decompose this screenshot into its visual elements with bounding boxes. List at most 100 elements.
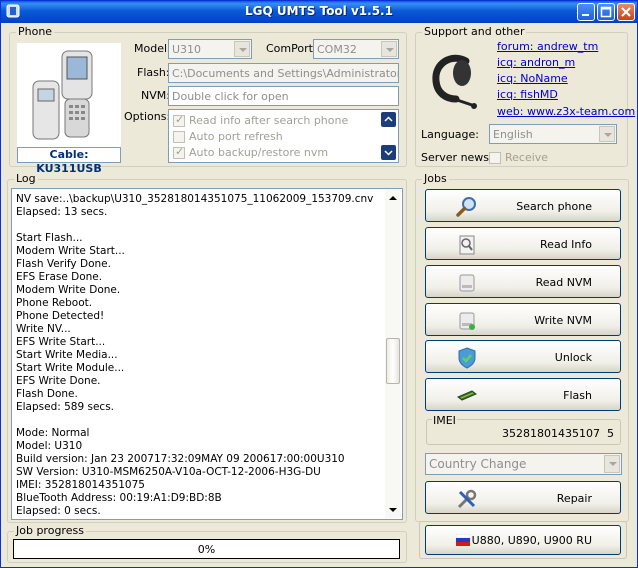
search-phone-label: Search phone [516,200,592,213]
region-button[interactable]: U880, U890, U900 RU [425,525,621,555]
server-news-label: Server news: [421,151,493,164]
log-group-title: Log [14,172,38,185]
memory-chip-icon [456,385,478,407]
maximize-icon [600,6,612,18]
options-scroll-up-button[interactable] [381,112,396,127]
scroll-up-icon [384,116,393,122]
unlock-label: Unlock [554,351,592,364]
jobs-group-title: Jobs [422,172,449,185]
phone-group-title: Phone [16,25,55,38]
option-auto-port-refresh[interactable]: Auto port refresh [173,129,283,144]
log-line: Flash Done. [16,388,78,400]
log-line: IMEI: 352818014351075 [16,479,145,491]
minimize-button[interactable] [577,3,595,21]
model-select[interactable]: U310 [168,39,252,59]
country-change-select[interactable]: Country Change [425,453,622,475]
imei-value: 35281801435107 5 [502,427,614,440]
progress-bar: 0% [13,539,400,559]
log-line: Elapsed: 13 secs. [16,206,108,218]
log-line: Phone Detected! [16,310,105,322]
comport-value: COM32 [317,43,357,56]
log-scrollbar[interactable] [385,190,401,518]
minimize-icon [582,14,589,16]
close-button[interactable] [617,3,635,21]
language-select[interactable]: English [489,124,617,144]
option-auto-backup-nvm[interactable]: Auto backup/restore nvm [173,145,328,160]
imei-label: IMEI [432,414,457,427]
icq-andron-link[interactable]: icq: andron_m [497,56,575,69]
icq-noname-link[interactable]: icq: NoName [497,72,568,85]
phone-picture-icon [32,50,93,140]
maximize-button[interactable] [597,3,615,21]
nvm-field[interactable]: Double click for open [168,86,399,106]
log-box[interactable]: NV save:..\backup\U310_352818014351075_1… [11,188,403,520]
option-read-info[interactable]: Read info after search phone [173,113,348,128]
chevron-down-icon[interactable] [381,41,397,57]
window-title: LGQ UMTS Tool v1.5.1 [245,4,393,18]
disk-read-icon [456,272,478,294]
log-line: Model: U310 [16,440,83,452]
icq-fishmd-link[interactable]: icq: fishMD [497,88,558,101]
forum-link[interactable]: forum: andrew_tm [497,40,598,53]
checkbox-icon[interactable] [489,151,501,164]
options-label: Options: [124,110,171,123]
search-phone-button[interactable]: Search phone [425,189,621,222]
region-label: U880, U890, U900 RU [471,534,592,547]
receive-checkbox[interactable]: Receive [489,151,548,164]
phone-group: Phone Cable: KU311USB Model: U310 ComPor… [9,25,407,175]
support-group-title: Support and other [422,25,527,38]
close-icon [621,7,631,17]
scroll-down-icon[interactable] [385,502,401,518]
options-scroll-down-button[interactable] [381,145,396,160]
log-line: Start Write Module... [16,362,125,374]
receive-label: Receive [505,151,549,164]
read-info-button[interactable]: Read Info [425,227,621,260]
options-list: Read info after search phone Auto port r… [168,109,399,163]
repair-label: Repair [556,492,592,505]
log-line: Phone Reboot. [16,297,93,309]
read-info-label: Read Info [540,238,592,251]
option-label: Auto backup/restore nvm [189,146,329,159]
read-nvm-button[interactable]: Read NVM [425,265,621,298]
title-bar[interactable]: LGQ UMTS Tool v1.5.1 [1,1,637,23]
comport-select[interactable]: COM32 [313,39,399,59]
option-label: Auto port refresh [189,130,283,143]
chevron-down-icon[interactable] [234,41,250,57]
main-window: LGQ UMTS Tool v1.5.1 Phone Cable: KU311U… [0,0,638,568]
log-line: EFS Write Start... [16,336,106,348]
wrench-screwdriver-icon [456,488,478,510]
nvm-label: NVM: [141,89,170,102]
phone-image [17,43,121,147]
web-link[interactable]: web: www.z3x-team.com [497,105,635,118]
log-line: NV save:..\backup\U310_352818014351075_1… [16,193,374,205]
repair-button[interactable]: Repair [425,481,621,514]
country-change-value: Country Change [429,457,527,471]
comport-label: ComPort: [266,42,317,55]
scroll-up-icon[interactable] [385,190,401,206]
read-info-icon [456,234,478,256]
read-nvm-label: Read NVM [535,276,592,289]
option-label: Read info after search phone [189,114,349,127]
flash-label: Flash [563,389,592,402]
log-line: EFS Erase Done. [16,271,103,283]
headset-icon [426,51,488,111]
log-line: Flash Verify Done. [16,258,111,270]
checkbox-icon[interactable] [173,130,185,143]
unlock-button[interactable]: Unlock [425,340,621,373]
checkbox-checked-icon[interactable] [173,113,185,127]
write-nvm-label: Write NVM [534,314,592,327]
log-line: Start Write Media... [16,349,118,361]
write-nvm-button[interactable]: Write NVM [425,303,621,336]
disk-write-icon [456,310,478,332]
chevron-down-icon[interactable] [599,126,615,142]
chevron-down-icon[interactable] [604,455,620,473]
language-value: English [493,128,533,141]
log-line: EFS Write Done. [16,375,101,387]
flash-path-field[interactable]: C:\Documents and Settings\Administrator\… [168,63,399,83]
flash-button[interactable]: Flash [425,378,621,411]
progress-text: 0% [197,543,216,556]
checkbox-checked-icon[interactable] [173,145,185,159]
scroll-thumb[interactable] [386,338,400,384]
